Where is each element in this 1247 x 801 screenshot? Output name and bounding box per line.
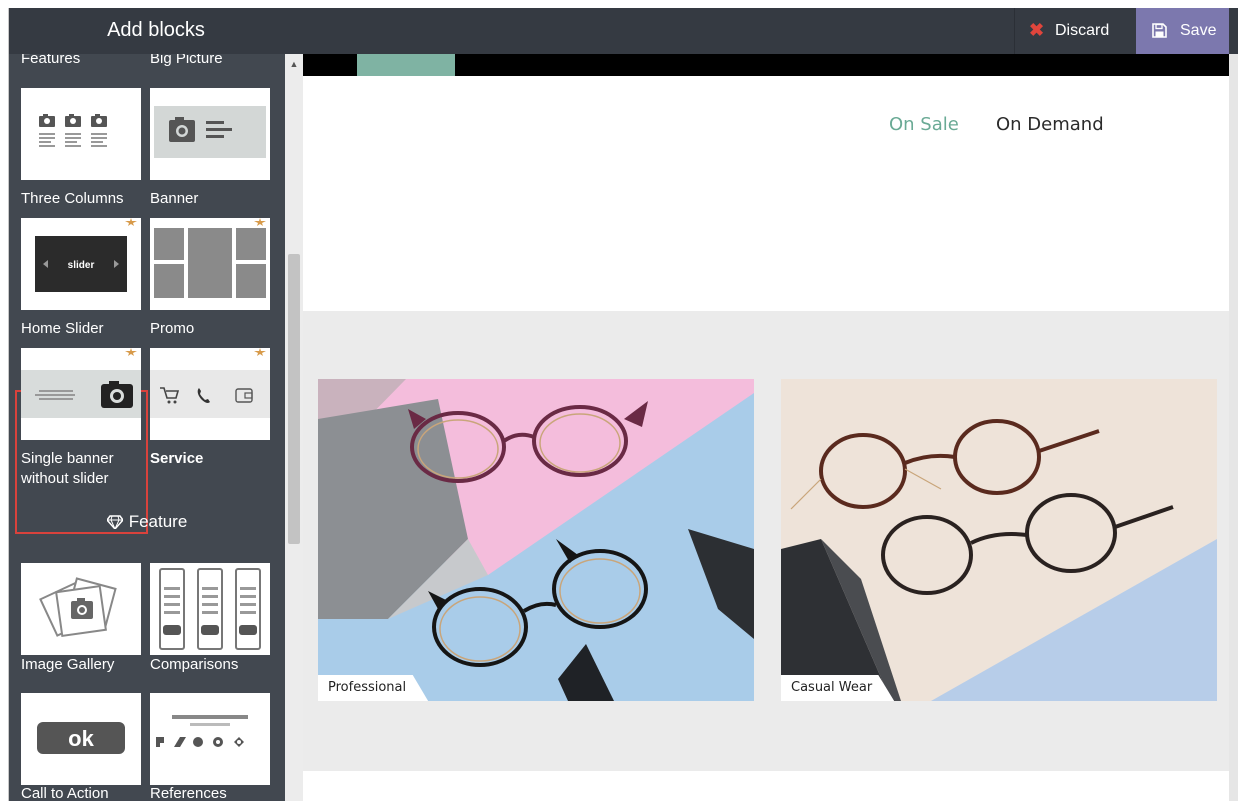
- new-badge-icon: [254, 218, 266, 226]
- block-label-comparisons: Comparisons: [150, 656, 239, 673]
- header-accent-tab[interactable]: [357, 54, 455, 76]
- block-image-gallery[interactable]: [21, 563, 141, 655]
- block-references[interactable]: [150, 693, 270, 785]
- block-label-call-to-action: Call to Action: [21, 785, 109, 801]
- block-label-single-banner: Single banner without slider: [21, 450, 114, 487]
- slider-thumb-text: slider: [68, 260, 95, 271]
- call-to-action-thumbnail-icon: ok: [37, 722, 125, 754]
- block-three-columns[interactable]: [21, 88, 141, 180]
- block-label-features: Features: [21, 54, 81, 66]
- discard-label: Discard: [1055, 22, 1110, 39]
- block-promo[interactable]: [150, 218, 270, 310]
- discard-button[interactable]: ✖ Discard: [1014, 8, 1136, 54]
- block-label-promo: Promo: [150, 320, 195, 337]
- promo-thumbnail-icon: [154, 228, 266, 298]
- sidebar-scrollbar[interactable]: ▲: [285, 54, 303, 801]
- banner-casual-wear[interactable]: Casual Wear: [781, 379, 1217, 701]
- block-label-big-picture: Big Picture: [150, 54, 223, 66]
- panel-title: Add blocks: [107, 19, 205, 41]
- nav-link-on-sale[interactable]: On Sale: [889, 114, 959, 135]
- add-blocks-panel: Add blocks Features Big Picture Three Co…: [9, 8, 303, 801]
- save-button[interactable]: Save: [1136, 8, 1229, 54]
- panel-header: Add blocks: [9, 8, 303, 54]
- service-thumbnail-icon: [150, 370, 270, 418]
- block-label-home-slider: Home Slider: [21, 320, 104, 337]
- category-label: Feature: [128, 512, 188, 531]
- block-label-image-gallery: Image Gallery: [21, 656, 115, 673]
- gem-icon: [106, 515, 123, 529]
- new-badge-icon: [254, 348, 266, 356]
- single-banner-thumbnail-icon: [21, 370, 141, 418]
- block-label-banner: Banner: [150, 190, 199, 207]
- new-badge-icon: [125, 348, 137, 356]
- block-home-slider[interactable]: slider: [21, 218, 141, 310]
- banner-caption-casual-wear: Casual Wear: [781, 675, 895, 701]
- new-badge-icon: [125, 218, 137, 226]
- comparisons-thumbnail-icon: [159, 568, 261, 650]
- editor-window: Add blocks Features Big Picture Three Co…: [8, 8, 1238, 801]
- block-call-to-action[interactable]: ok: [21, 693, 141, 785]
- references-thumbnail-icon: [156, 715, 248, 747]
- home-slider-thumbnail-icon: slider: [35, 236, 127, 292]
- floppy-disk-icon: [1152, 23, 1167, 38]
- eyeglasses-photo-professional: [318, 379, 754, 701]
- scrollbar-thumb[interactable]: [288, 254, 300, 544]
- block-single-banner[interactable]: [21, 348, 141, 440]
- scroll-up-arrow-icon[interactable]: ▲: [285, 56, 303, 72]
- three-columns-thumbnail-icon: [39, 114, 107, 147]
- blocks-list[interactable]: Features Big Picture Three Columns Banne…: [9, 54, 285, 801]
- close-icon: ✖: [1029, 20, 1045, 40]
- save-label: Save: [1180, 22, 1217, 39]
- block-comparisons[interactable]: [150, 563, 270, 655]
- banner-thumbnail-icon: [154, 106, 266, 158]
- eyeglasses-photo-casual-wear: [781, 379, 1217, 701]
- page-scrollbar[interactable]: [1229, 54, 1238, 801]
- block-banner[interactable]: [150, 88, 270, 180]
- block-service[interactable]: [150, 348, 270, 440]
- block-label-references: References: [150, 785, 227, 801]
- banner-professional[interactable]: Professional: [318, 379, 754, 701]
- image-gallery-thumbnail-icon: [39, 577, 117, 637]
- banner-caption-professional: Professional: [318, 675, 429, 701]
- block-label-service: Service: [150, 450, 204, 467]
- category-heading-feature: Feature: [9, 512, 285, 532]
- block-label-three-columns: Three Columns: [21, 190, 124, 207]
- cta-thumb-text: ok: [68, 726, 94, 751]
- nav-link-on-demand[interactable]: On Demand: [996, 114, 1104, 135]
